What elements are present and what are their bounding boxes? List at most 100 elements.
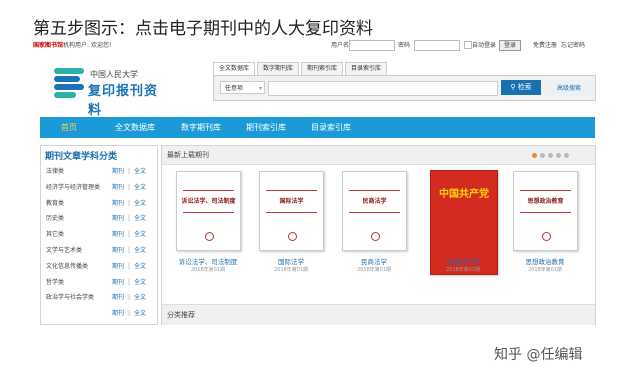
login-button[interactable]: 登录 [499, 40, 521, 51]
journal-link[interactable]: 期刊 [112, 277, 124, 289]
cover-rule [349, 190, 400, 191]
cover-title: 民商法学 [362, 198, 387, 205]
username-input[interactable] [349, 40, 395, 51]
category-label[interactable]: 文学与艺术类 [46, 247, 82, 254]
nav-journal-index[interactable]: 期刊索引库 [246, 117, 286, 138]
search-tab-fulltext[interactable]: 全文数据库 [213, 62, 255, 75]
fulltext-link[interactable]: 全文 [134, 277, 146, 289]
category-label[interactable]: 哲学类 [46, 279, 64, 286]
journal-name-link[interactable]: 民商法学 [334, 256, 414, 266]
subject-sidebar: 期刊文章学科分类 法律类 期刊 | 全文 经济学与经济管理类 期刊 | 全文 教育类 期刊 | 全文历… [40, 145, 158, 325]
carousel-dot[interactable] [532, 153, 537, 158]
search-input[interactable] [268, 81, 498, 96]
category-label[interactable]: 经济学与经济管理类 [46, 184, 100, 191]
journal-name-link[interactable]: 诉讼法学、司法制度 [168, 256, 248, 266]
sidebar-category-row: 期刊 | 全文 [46, 308, 154, 320]
journal-link[interactable]: 期刊 [112, 308, 124, 320]
latest-header: 最新上载期刊 [162, 146, 595, 165]
fulltext-link[interactable]: 全文 [134, 292, 146, 304]
journal-link[interactable]: 期刊 [112, 166, 124, 178]
sidebar-category-row: 哲学类 期刊 | 全文 [46, 277, 154, 289]
link-separator: | [128, 183, 131, 191]
journal-link[interactable]: 期刊 [112, 245, 124, 257]
latest-journals-panel: 最新上载期刊 诉讼法学、司法制度 诉讼法学、司法制度 2018年第01期 国际法学 国际… [161, 145, 596, 325]
category-label[interactable]: 教育类 [46, 200, 64, 207]
nav-digital-journals[interactable]: 数字期刊库 [181, 117, 221, 138]
carousel-dot[interactable] [548, 153, 553, 158]
journal-link[interactable]: 期刊 [112, 261, 124, 273]
journal-name-link[interactable]: 思想政治教育 [505, 256, 585, 266]
category-label[interactable]: 法律类 [46, 168, 64, 175]
journal-link[interactable]: 期刊 [112, 292, 124, 304]
fulltext-link[interactable]: 全文 [134, 245, 146, 257]
cover-rule [520, 190, 571, 191]
journal-cover[interactable]: 诉讼法学、司法制度 [176, 171, 241, 251]
cover-title: 思想政治教育 [527, 198, 564, 205]
site-logo[interactable]: 中国人民大学 复印报刊资料 [54, 66, 169, 118]
fulltext-link[interactable]: 全文 [134, 198, 146, 210]
nav-home[interactable]: 首页 [61, 117, 77, 138]
password-label: 密码 [398, 42, 411, 49]
journal-link[interactable]: 期刊 [112, 182, 124, 194]
search-tab-index[interactable]: 期刊索引库 [301, 62, 343, 75]
register-link[interactable]: 免费注册 [533, 40, 557, 49]
category-label[interactable]: 历史类 [46, 215, 64, 222]
category-label[interactable]: 文化信息传播类 [46, 263, 88, 270]
advanced-search-link[interactable]: 高级搜索 [557, 83, 581, 92]
journal-issue: 2018年第01期 [445, 267, 481, 273]
search-tab-catalog[interactable]: 目录索引库 [345, 62, 387, 75]
latest-title: 最新上载期刊 [167, 151, 209, 159]
auto-login-checkbox[interactable] [464, 41, 472, 49]
recommend-header: 分类推荐 [162, 304, 595, 325]
nlc-brand[interactable]: 国家图书馆 [33, 42, 63, 49]
journal-link[interactable]: 期刊 [112, 213, 124, 225]
carousel-dot[interactable] [564, 153, 569, 158]
journal-name-link[interactable]: 中国共产党 [423, 256, 503, 266]
journal-link[interactable]: 期刊 [112, 229, 124, 241]
password-input[interactable] [414, 40, 460, 51]
fulltext-link[interactable]: 全文 [134, 229, 146, 241]
journal-cover[interactable]: 民商法学 [342, 171, 407, 251]
journal-issue: 2018年第01期 [356, 267, 392, 273]
carousel-dot[interactable] [540, 153, 545, 158]
journal-link[interactable]: 期刊 [112, 198, 124, 210]
link-separator: | [128, 294, 131, 302]
search-button[interactable]: ⚲ 检索 [501, 80, 541, 95]
search-tab-digital[interactable]: 数字期刊库 [257, 62, 299, 75]
cover-rule [520, 212, 571, 213]
recommend-title: 分类推荐 [167, 311, 195, 319]
journal-issue: 2018年第01期 [190, 267, 226, 273]
sidebar-category-row: 其它类 期刊 | 全文 [46, 229, 154, 241]
link-separator: | [128, 215, 131, 223]
seal-icon [542, 232, 551, 241]
nav-catalog-index[interactable]: 目录索引库 [311, 117, 351, 138]
forgot-password-link[interactable]: 忘记密码 [561, 40, 585, 49]
fulltext-link[interactable]: 全文 [134, 261, 146, 273]
category-label[interactable]: 政治学与社会学类 [46, 294, 94, 301]
cover-title: 诉讼法学、司法制度 [181, 198, 236, 205]
top-login-bar: 国家图书馆机构用户: 欢迎您! 用户名 密码 自动登录 登录 免费注册 忘记密码 [33, 40, 593, 52]
sidebar-title: 期刊文章学科分类 [45, 152, 118, 162]
auto-login-label: 自动登录 [472, 42, 497, 49]
link-separator: | [128, 168, 131, 175]
sidebar-category-row: 经济学与经济管理类 期刊 | 全文 [46, 182, 154, 194]
link-separator: | [128, 231, 131, 239]
cover-rule [183, 190, 234, 191]
seal-icon [371, 232, 380, 241]
carousel-dot[interactable] [556, 153, 561, 158]
fulltext-link[interactable]: 全文 [134, 166, 146, 178]
search-icon: ⚲ [510, 83, 516, 91]
search-bar: 任意项 ▾ ⚲ 检索 高级搜索 [213, 75, 596, 101]
fulltext-link[interactable]: 全文 [134, 308, 146, 320]
journal-name-link[interactable]: 国际法学 [251, 256, 331, 266]
search-field-select[interactable]: 任意项 ▾ [220, 81, 265, 94]
sidebar-category-row: 文化信息传播类 期刊 | 全文 [46, 261, 154, 273]
category-label[interactable]: 其它类 [46, 231, 64, 238]
journal-cover[interactable]: 国际法学 [259, 171, 324, 251]
chevron-down-icon: ▾ [258, 85, 262, 92]
nav-fulltext[interactable]: 全文数据库 [115, 117, 155, 138]
journal-cover[interactable]: 思想政治教育 [513, 171, 578, 251]
cover-rule [349, 212, 400, 213]
fulltext-link[interactable]: 全文 [134, 182, 146, 194]
fulltext-link[interactable]: 全文 [134, 213, 146, 225]
